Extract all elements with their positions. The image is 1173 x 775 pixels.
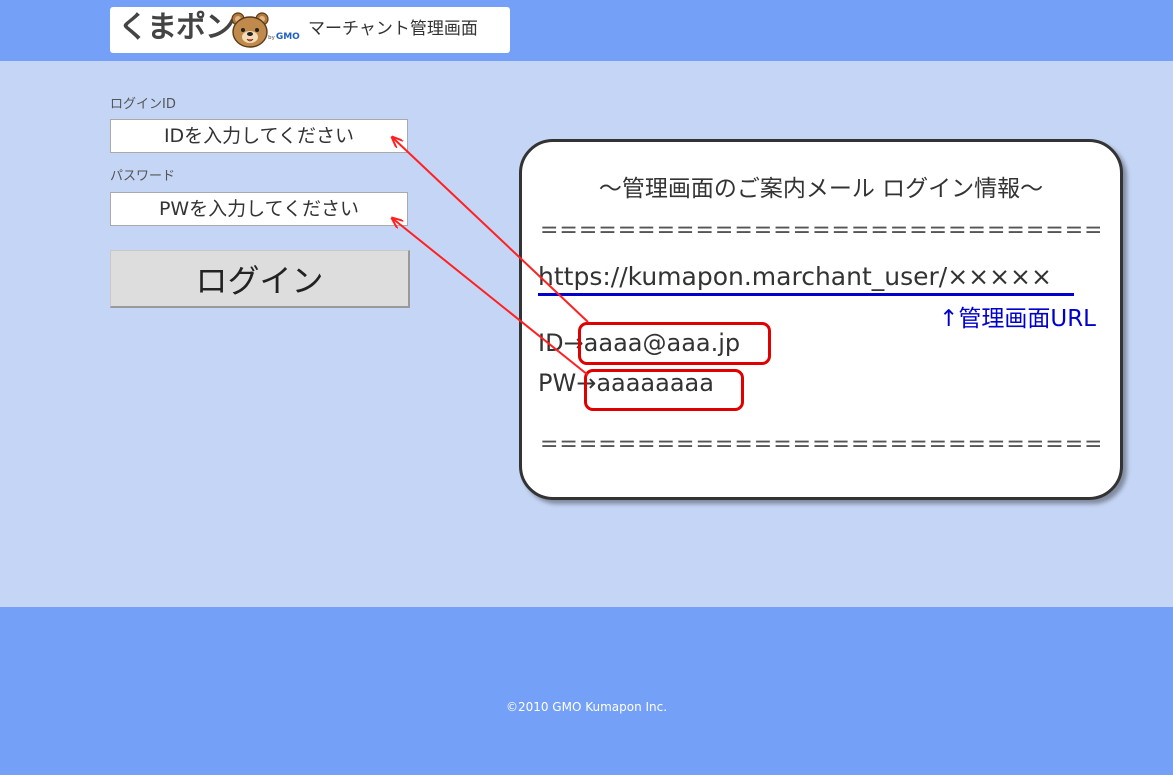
url-underline [538,293,1074,296]
url-caption: ↑管理画面URL [939,306,1096,332]
logo[interactable]: くまポン byGMO マーチャント管理画面 [110,7,510,53]
login-id-input[interactable] [110,119,408,153]
bear-mascot-icon [231,12,269,48]
logo-text: くまポン [118,10,235,45]
id-prefix: ID→ [538,329,584,357]
copyright: ©2010 GMO Kumapon Inc. [505,700,668,714]
separator-top: ================================ [540,218,1100,243]
login-info-callout: ～管理画面のご案内メール ログイン情報～ ===================… [519,139,1123,500]
separator-bottom: ================================ [540,432,1100,457]
password-input[interactable] [110,192,408,226]
password-label: パスワード [110,169,176,184]
id-highlight-box [578,322,771,365]
footer: ©2010 GMO Kumapon Inc. [0,607,1173,775]
login-button[interactable]: ログイン [110,250,410,308]
gmo-logo: byGMO [268,32,300,42]
app-title: マーチャント管理画面 [308,19,478,39]
admin-url: https://kumapon.marchant_user/××××× [538,262,1052,291]
login-id-label: ログインID [110,97,176,112]
header: くまポン byGMO マーチャント管理画面 [0,0,1173,61]
pw-highlight-box [584,369,744,411]
callout-title: ～管理画面のご案内メール ログイン情報～ [598,176,1044,202]
